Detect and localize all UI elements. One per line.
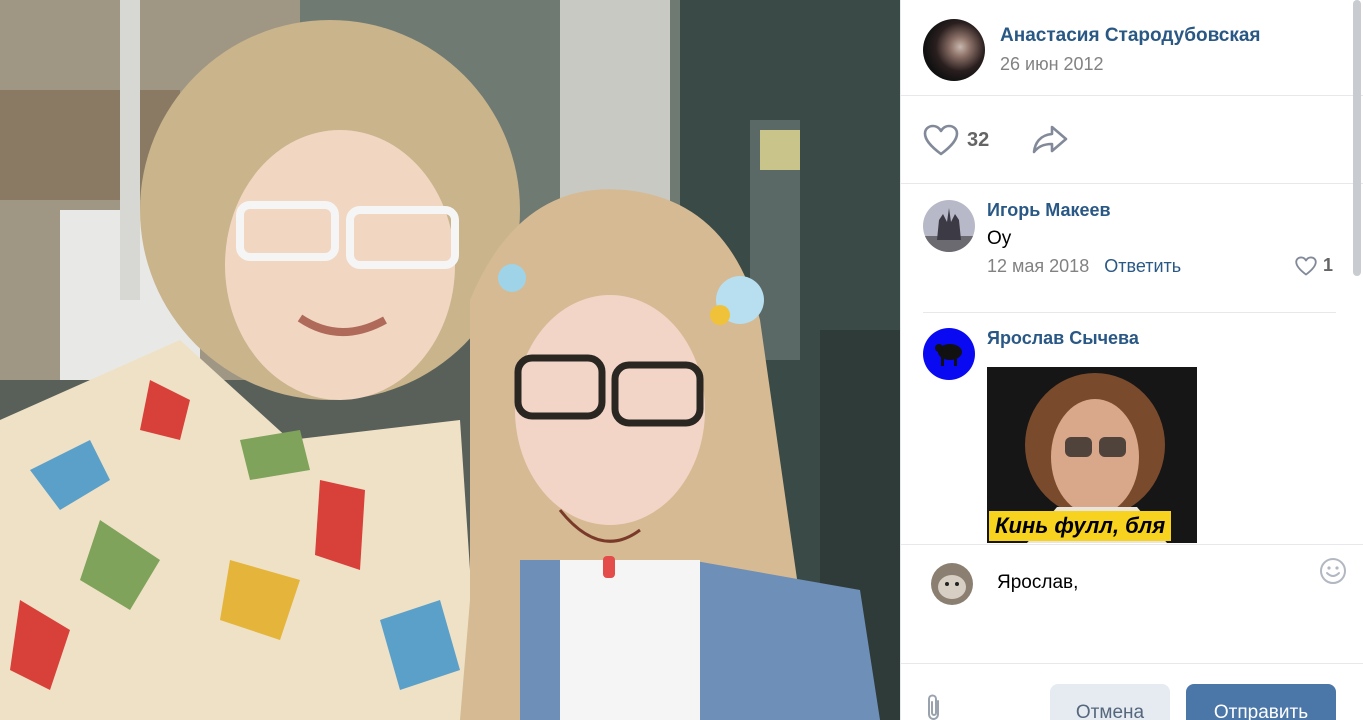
reply-footer: Отмена Отправить bbox=[901, 664, 1363, 720]
comment-date[interactable]: 12 мая 2018 bbox=[987, 256, 1089, 276]
avatar-photo-icon bbox=[923, 328, 975, 380]
comment-author[interactable]: Ярослав Сычева bbox=[987, 328, 1139, 349]
comments-list: Игорь Макеев Оу 12 мая 2018 Ответить 1 Я… bbox=[901, 184, 1363, 544]
author-avatar[interactable] bbox=[923, 19, 985, 81]
post-date[interactable]: 26 июн 2012 bbox=[1000, 54, 1104, 75]
like-button[interactable]: 32 bbox=[923, 122, 989, 158]
my-avatar[interactable] bbox=[931, 563, 973, 605]
reply-box bbox=[901, 544, 1363, 664]
reply-input[interactable] bbox=[997, 563, 1307, 603]
post-header: Анастасия Стародубовская 26 июн 2012 bbox=[901, 0, 1363, 96]
share-button[interactable] bbox=[1031, 123, 1069, 155]
send-button[interactable]: Отправить bbox=[1186, 684, 1336, 720]
avatar-photo-icon bbox=[923, 200, 975, 252]
attach-button[interactable] bbox=[923, 694, 945, 720]
post-side-panel: Анастасия Стародубовская 26 июн 2012 32 bbox=[900, 0, 1363, 720]
comment-text: Оу bbox=[987, 228, 1012, 249]
comment-like-button[interactable]: 1 bbox=[1295, 255, 1333, 276]
sticker-caption: Кинь фулл, бля bbox=[989, 511, 1172, 541]
comment-author[interactable]: Игорь Макеев bbox=[987, 200, 1111, 221]
emoji-button[interactable] bbox=[1319, 557, 1347, 585]
panel-scrollbar[interactable] bbox=[1353, 0, 1361, 276]
commenter-avatar[interactable] bbox=[923, 328, 975, 380]
cancel-button[interactable]: Отмена bbox=[1050, 684, 1170, 720]
comment-like-count: 1 bbox=[1322, 255, 1333, 275]
reply-link[interactable]: Ответить bbox=[1104, 256, 1181, 276]
post-photo[interactable] bbox=[0, 0, 900, 720]
share-arrow-icon bbox=[1032, 125, 1068, 154]
comment-divider bbox=[923, 312, 1336, 313]
author-name[interactable]: Анастасия Стародубовская bbox=[1000, 25, 1261, 47]
post-actions: 32 bbox=[901, 96, 1363, 184]
smile-icon bbox=[1320, 558, 1346, 584]
paperclip-icon bbox=[928, 694, 939, 720]
heart-icon bbox=[923, 124, 959, 156]
heart-icon bbox=[1295, 256, 1317, 275]
like-count: 32 bbox=[967, 128, 990, 151]
photo-image bbox=[0, 0, 900, 720]
avatar-photo-icon bbox=[931, 563, 973, 605]
comment-meta: 12 мая 2018 Ответить bbox=[987, 256, 1181, 277]
comment-sticker[interactable]: Кинь фулл, бля bbox=[987, 367, 1197, 543]
commenter-avatar[interactable] bbox=[923, 200, 975, 252]
